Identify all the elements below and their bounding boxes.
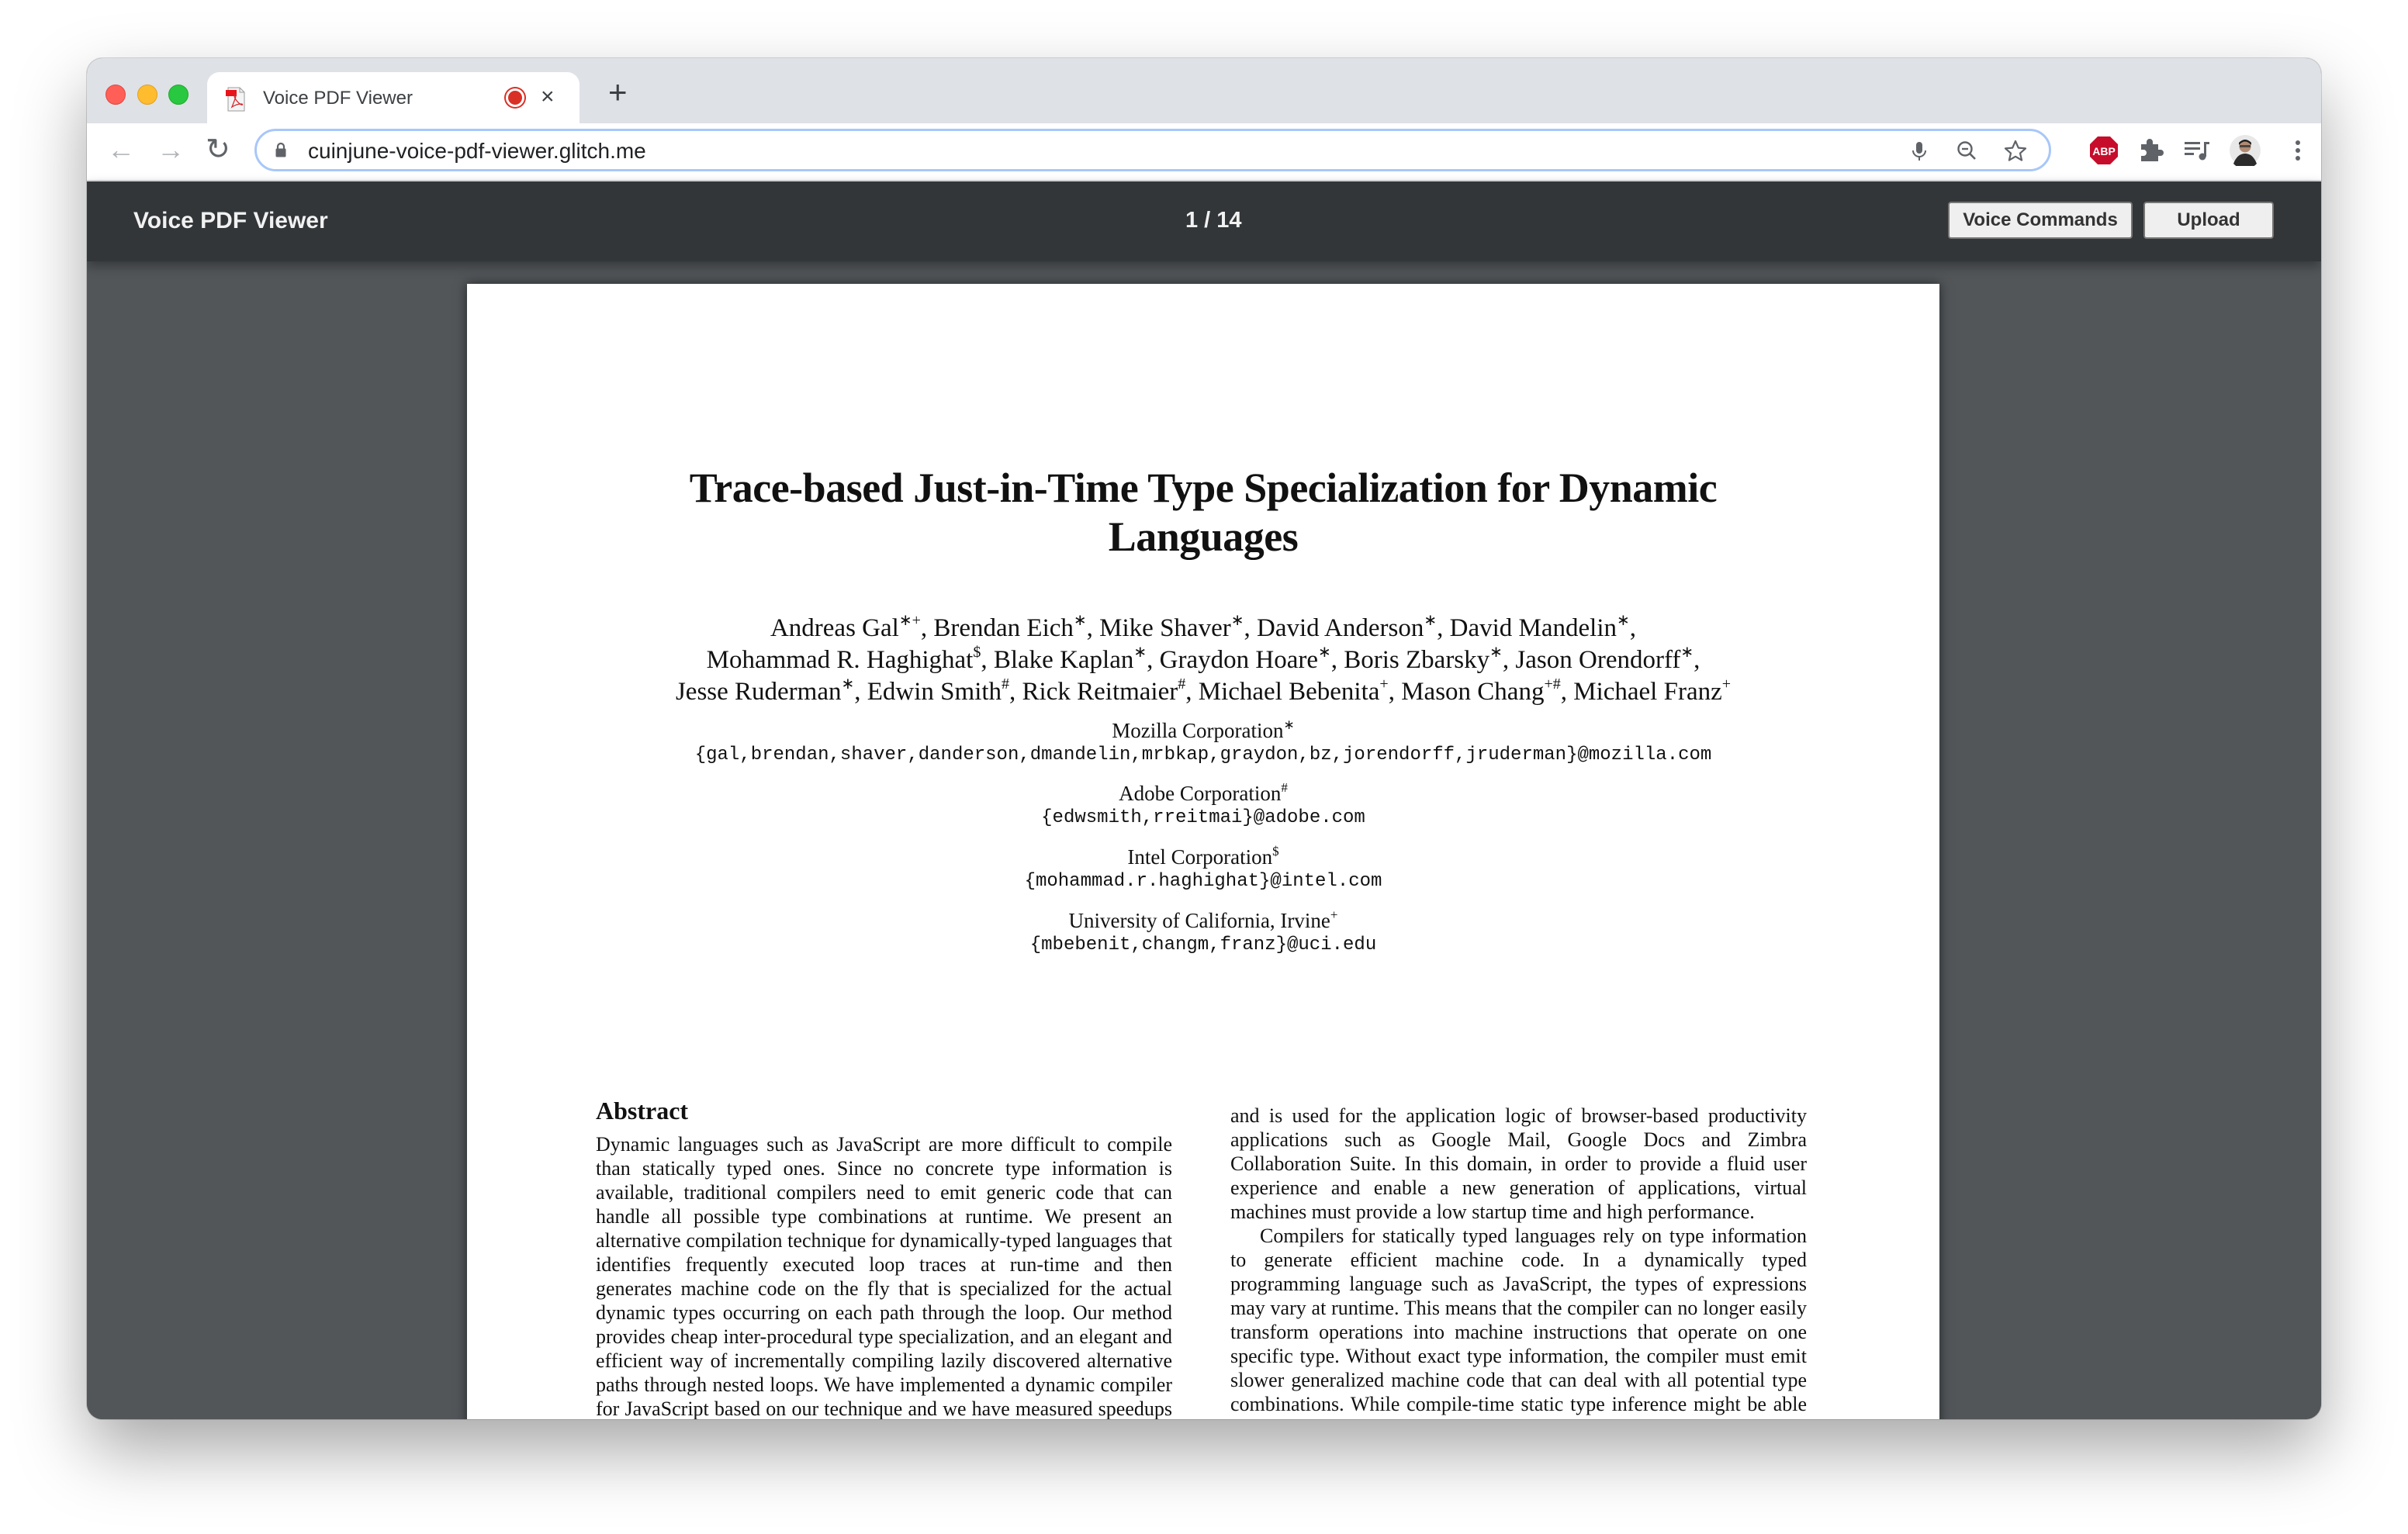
- affiliation-name: Intel Corporation: [1127, 845, 1273, 869]
- paper-title-line: Trace-based Just-in-Time Type Specializa…: [689, 465, 1718, 511]
- author-name: Blake Kaplan: [993, 646, 1134, 674]
- close-window-button[interactable]: [106, 85, 126, 105]
- author-name: Graydon Hoare: [1159, 646, 1318, 674]
- adblock-plus-icon[interactable]: ABP: [2088, 135, 2119, 166]
- right-column: and is used for the application logic of…: [1230, 1104, 1807, 1419]
- author-name: Brendan Eich: [933, 614, 1074, 642]
- author-affiliation-mark: ∗: [841, 675, 855, 693]
- tab-close-icon[interactable]: ×: [541, 83, 555, 111]
- author-affiliation-mark: ∗+: [898, 612, 921, 629]
- author-affiliation-mark: ∗: [1424, 612, 1438, 629]
- affiliation: University of California, Irvine+ {mbebe…: [467, 908, 1939, 958]
- author-affiliation-mark: ∗: [1133, 644, 1147, 661]
- reload-icon[interactable]: ↻: [206, 134, 230, 165]
- paper-title: Trace-based Just-in-Time Type Specializa…: [467, 464, 1939, 561]
- tab-strip: Voice PDF Viewer × +: [87, 58, 2321, 123]
- affiliation-email: {mbebenit,changm,franz}@uci.edu: [1029, 935, 1377, 955]
- author-affiliation-mark: ∗: [1617, 612, 1630, 629]
- author-name: Mason Chang: [1401, 678, 1545, 706]
- affiliation-email: {edwsmith,rreitmai}@adobe.com: [1041, 807, 1365, 828]
- more-menu-icon[interactable]: [2282, 135, 2313, 166]
- author-name: Jason Orendorff: [1515, 646, 1681, 674]
- left-column: Abstract Dynamic languages such as JavaS…: [596, 1097, 1172, 1419]
- affiliation: Adobe Corporation# {edwsmith,rreitmai}@a…: [467, 781, 1939, 831]
- paper-title-line: Languages: [1108, 513, 1299, 560]
- author-affiliation-mark: ∗: [1073, 612, 1087, 629]
- author-affiliation-mark: +: [1379, 675, 1389, 693]
- upload-button[interactable]: Upload: [2143, 202, 2274, 239]
- lock-icon[interactable]: [275, 142, 286, 157]
- author-name: Michael Franz: [1573, 678, 1722, 706]
- author-line: Jesse Ruderman∗, Edwin Smith#, Rick Reit…: [675, 675, 1732, 706]
- extensions-puzzle-icon[interactable]: [2135, 135, 2166, 166]
- abstract-heading: Abstract: [596, 1097, 689, 1125]
- pdf-viewer-area[interactable]: Trace-based Just-in-Time Type Specializa…: [87, 261, 2321, 1419]
- profile-avatar[interactable]: [2230, 135, 2261, 166]
- author-name: Boris Zbarsky: [1344, 646, 1490, 674]
- author-affiliation-mark: #: [1178, 675, 1186, 693]
- maximize-window-button[interactable]: [168, 85, 189, 105]
- new-tab-button[interactable]: +: [608, 76, 628, 109]
- author-name: Andreas Gal: [770, 614, 899, 642]
- browser-toolbar: ← → ↻ cuinjune-voice-pdf-viewer.glitch.m…: [87, 123, 2321, 181]
- body-paragraph: Compilers for statically typed languages…: [1230, 1225, 1807, 1419]
- author-name: Michael Bebenita: [1198, 678, 1380, 706]
- affiliation-name: Mozilla Corporation: [1112, 719, 1284, 742]
- url-text[interactable]: cuinjune-voice-pdf-viewer.glitch.me: [308, 139, 646, 164]
- author-line: Mohammad R. Haghighat$, Blake Kaplan∗, G…: [706, 644, 1700, 674]
- affiliation-mark: #: [1281, 780, 1288, 795]
- forward-arrow-icon[interactable]: →: [157, 134, 185, 165]
- browser-window: Voice PDF Viewer × + ← → ↻ cuinjune-voic…: [87, 58, 2321, 1419]
- affiliation-email: {gal,brendan,shaver,danderson,dmandelin,…: [694, 745, 1712, 765]
- author-name: Jesse Ruderman: [675, 678, 842, 706]
- author-affiliation-mark: #: [1002, 675, 1010, 693]
- author-affiliation-mark: +#: [1544, 675, 1561, 693]
- media-control-icon[interactable]: [2181, 135, 2213, 166]
- tab-title: Voice PDF Viewer: [263, 88, 413, 109]
- affiliation-mark: $: [1272, 844, 1279, 859]
- body-paragraph: and is used for the application logic of…: [1230, 1104, 1807, 1223]
- recording-icon: [508, 91, 522, 105]
- author-name: Mohammad R. Haghighat: [706, 646, 974, 674]
- author-affiliation-mark: ∗: [1230, 612, 1244, 629]
- author-line: Andreas Gal∗+, Brendan Eich∗, Mike Shave…: [770, 612, 1637, 642]
- author-affiliation-mark: ∗: [1489, 644, 1503, 661]
- back-arrow-icon[interactable]: ←: [107, 134, 135, 165]
- affiliation-name: University of California, Irvine: [1068, 909, 1330, 932]
- author-name: Rick Reitmaier: [1022, 678, 1178, 706]
- app-header: Voice PDF Viewer 1 / 14 Voice Commands U…: [87, 181, 2321, 261]
- affiliation-email: {mohammad.r.haghighat}@intel.com: [1024, 871, 1382, 892]
- author-list: Andreas Gal∗+, Brendan Eich∗, Mike Shave…: [467, 613, 1939, 708]
- app-title: Voice PDF Viewer: [133, 208, 328, 233]
- abp-label: ABP: [2092, 145, 2116, 157]
- affiliation: Mozilla Corporation∗ {gal,brendan,shaver…: [467, 718, 1939, 768]
- voice-commands-button[interactable]: Voice Commands: [1948, 202, 2133, 239]
- bookmark-star-icon[interactable]: [2002, 138, 2029, 164]
- author-affiliation-mark: ∗: [1317, 644, 1331, 661]
- author-affiliation-mark: ∗: [1680, 644, 1694, 661]
- microphone-icon[interactable]: [1906, 138, 1932, 164]
- affiliation-name: Adobe Corporation: [1119, 782, 1282, 805]
- pdf-page: Trace-based Just-in-Time Type Specializa…: [467, 284, 1939, 1419]
- abstract-text: Dynamic languages such as JavaScript are…: [596, 1133, 1172, 1419]
- pdf-file-icon: [226, 87, 245, 112]
- author-name: Mike Shaver: [1099, 614, 1231, 642]
- author-affiliation-mark: +: [1721, 675, 1732, 693]
- author-name: Edwin Smith: [867, 678, 1002, 706]
- author-name: David Mandelin: [1449, 614, 1617, 642]
- affiliation-mark: ∗: [1283, 717, 1295, 732]
- author-affiliation-mark: $: [973, 644, 981, 661]
- affiliation-mark: +: [1330, 907, 1338, 922]
- minimize-window-button[interactable]: [137, 85, 157, 105]
- address-bar[interactable]: cuinjune-voice-pdf-viewer.glitch.me: [254, 129, 2051, 171]
- affiliation: Intel Corporation$ {mohammad.r.haghighat…: [467, 845, 1939, 894]
- author-name: David Anderson: [1256, 614, 1424, 642]
- zoom-out-icon[interactable]: [1954, 138, 1981, 164]
- page-indicator: 1 / 14: [1185, 208, 1242, 233]
- tab-voice-pdf-viewer[interactable]: Voice PDF Viewer ×: [207, 72, 580, 123]
